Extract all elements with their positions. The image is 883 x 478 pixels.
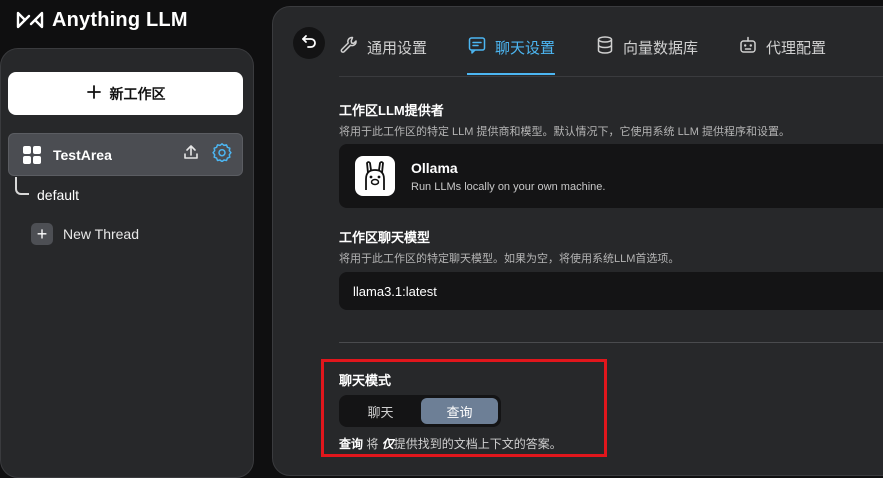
back-arrow-icon: [300, 32, 318, 55]
chat-mode-option-chat[interactable]: 聊天: [342, 398, 419, 424]
new-thread-label: New Thread: [63, 226, 140, 242]
mode-desc-mid: 将: [363, 437, 382, 451]
settings-tabs: 通用设置 聊天设置 向量数据库 代理配置: [339, 27, 866, 75]
thread-connector: [15, 177, 29, 195]
tab-chat-settings[interactable]: 聊天设置: [467, 27, 556, 75]
chat-mode-description: 查询 将 仅提供找到的文档上下文的答案。: [339, 435, 562, 452]
provider-section-description: 将用于此工作区的特定 LLM 提供商和模型。默认情况下，它使用系统 LLM 提供…: [339, 126, 791, 138]
chat-mode-title: 聊天模式: [339, 373, 392, 388]
model-section-title: 工作区聊天模型: [339, 230, 431, 245]
wrench-icon: [339, 35, 359, 59]
new-workspace-label: 新工作区: [109, 85, 166, 102]
ollama-logo-icon: [355, 156, 395, 196]
workspace-item-testarea[interactable]: TestArea: [8, 133, 243, 176]
workspace-name: TestArea: [53, 146, 112, 163]
chat-mode-option-query[interactable]: 查询: [421, 398, 498, 424]
model-section-description: 将用于此工作区的特定聊天模型。如果为空，将使用系统LLM首选项。: [339, 253, 680, 265]
mode-desc-bold: 查询: [339, 437, 364, 451]
robot-icon: [738, 35, 758, 59]
new-thread-button[interactable]: + New Thread: [31, 223, 139, 245]
tab-agent-config[interactable]: 代理配置: [738, 27, 826, 67]
provider-name: Ollama: [411, 159, 458, 176]
new-workspace-button[interactable]: 新工作区: [8, 72, 243, 115]
tab-label: 代理配置: [766, 39, 827, 57]
mode-desc-italic: 仅: [381, 437, 394, 451]
plus-icon: [86, 84, 102, 103]
tab-label: 通用设置: [367, 39, 428, 57]
database-icon: [595, 35, 615, 59]
tab-label: 聊天设置: [495, 39, 556, 57]
chat-mode-toggle: 聊天 查询: [339, 395, 501, 427]
app-title: Anything LLM: [52, 8, 188, 31]
app-brand: Anything LLM: [16, 8, 188, 32]
tab-divider: [339, 76, 883, 77]
sidebar: 新工作区 TestArea default + New Thread: [0, 48, 254, 478]
upload-icon[interactable]: [182, 143, 200, 166]
workspace-settings-gear-icon[interactable]: [212, 142, 232, 167]
workspace-settings-panel: 通用设置 聊天设置 向量数据库 代理配置 工作区LLM提供者 将用于此工作区的特…: [272, 6, 883, 476]
llm-provider-selector[interactable]: Ollama Run LLMs locally on your own mach…: [339, 144, 883, 208]
provider-description: Run LLMs locally on your own machine.: [411, 180, 606, 193]
mode-desc-end: 提供找到的文档上下文的答案。: [393, 437, 562, 451]
anything-llm-logo-icon: [16, 11, 44, 29]
tab-label: 向量数据库: [623, 39, 699, 57]
tab-vector-database[interactable]: 向量数据库: [595, 27, 698, 67]
chat-icon: [467, 35, 487, 59]
section-divider: [339, 342, 883, 343]
tab-general-settings[interactable]: 通用设置: [339, 27, 427, 67]
plus-icon: +: [31, 223, 53, 245]
thread-item-default[interactable]: default: [37, 187, 79, 203]
workspace-grid-icon: [23, 145, 41, 164]
chat-model-select[interactable]: llama3.1:latest: [339, 272, 883, 310]
provider-section-title: 工作区LLM提供者: [339, 103, 444, 118]
back-button[interactable]: [293, 27, 325, 59]
